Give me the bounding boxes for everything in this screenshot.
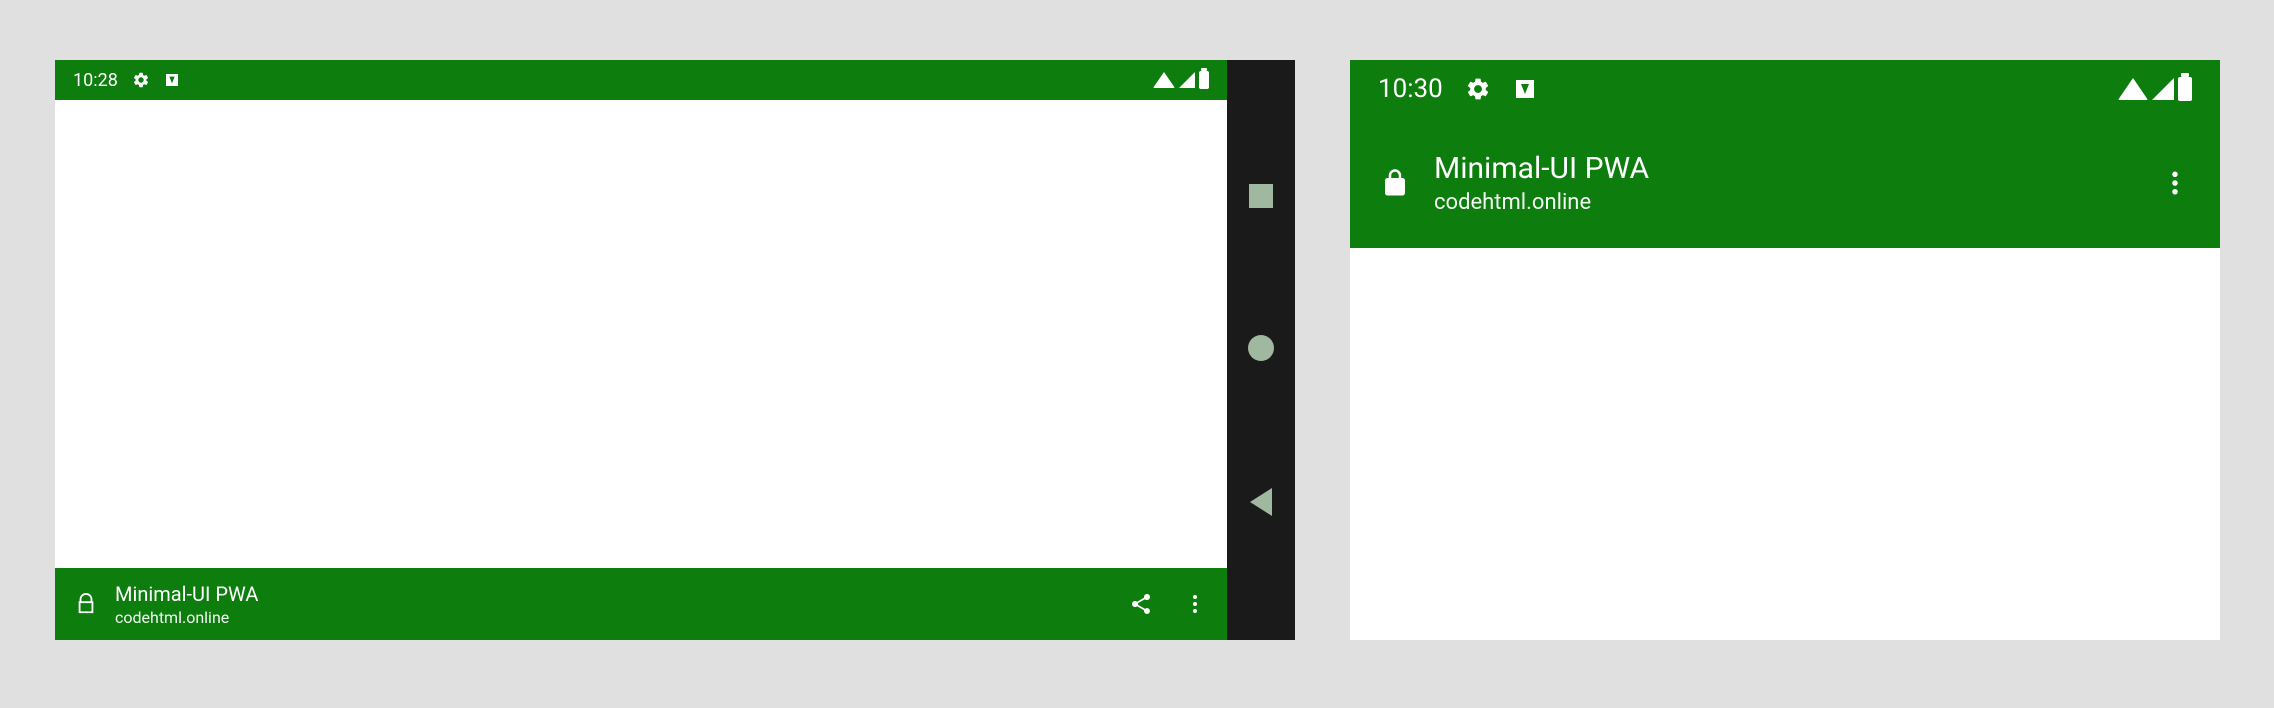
- title-group: Minimal-UI PWA codehtml.online: [115, 582, 258, 627]
- more-icon[interactable]: [2160, 168, 2190, 198]
- device-landscape: 10:28 Minimal-UI PWA: [55, 60, 1295, 640]
- status-right-group: [1153, 71, 1209, 89]
- title-group: Minimal-UI PWA codehtml.online: [1434, 151, 1649, 215]
- app-url: codehtml.online: [115, 608, 258, 627]
- more-icon[interactable]: [1183, 592, 1207, 616]
- signal-icon: [2152, 78, 2174, 100]
- address-bar: Minimal-UI PWA codehtml.online: [55, 568, 1227, 640]
- navigation-bar: [1227, 60, 1295, 640]
- app-url: codehtml.online: [1434, 190, 1649, 215]
- content-area: [1350, 248, 2220, 640]
- signal-icon: [1179, 72, 1195, 88]
- status-right-group: [2118, 77, 2192, 101]
- gear-icon: [1465, 76, 1491, 102]
- content-area: [55, 100, 1227, 568]
- battery-icon: [1199, 71, 1209, 89]
- battery-icon: [2178, 77, 2192, 101]
- address-bar: Minimal-UI PWA codehtml.online: [1350, 118, 2220, 248]
- app-badge-icon: [1513, 77, 1537, 101]
- device-landscape-main: 10:28 Minimal-UI PWA: [55, 60, 1227, 640]
- status-time: 10:30: [1378, 74, 1443, 104]
- address-info: Minimal-UI PWA codehtml.online: [1380, 151, 2160, 215]
- lock-icon: [1380, 168, 1410, 198]
- nav-home-button[interactable]: [1248, 335, 1274, 361]
- bottom-bar-actions: [1129, 592, 1207, 616]
- app-title: Minimal-UI PWA: [115, 582, 258, 606]
- nav-back-button[interactable]: [1250, 488, 1272, 516]
- status-left-group: 10:30: [1378, 74, 1537, 104]
- lock-icon: [75, 593, 97, 615]
- status-bar: 10:28: [55, 60, 1227, 100]
- gear-icon: [132, 71, 150, 89]
- wifi-icon: [2118, 78, 2148, 100]
- share-icon[interactable]: [1129, 592, 1153, 616]
- wifi-icon: [1153, 72, 1175, 88]
- app-title: Minimal-UI PWA: [1434, 151, 1649, 186]
- device-portrait: 10:30 Minimal-UI PWA codehtml.online: [1350, 60, 2220, 640]
- status-time: 10:28: [73, 70, 118, 91]
- nav-recents-button[interactable]: [1249, 184, 1273, 208]
- status-bar: 10:30: [1350, 60, 2220, 118]
- address-info: Minimal-UI PWA codehtml.online: [75, 582, 1129, 627]
- app-badge-icon: [164, 72, 180, 88]
- status-left-group: 10:28: [73, 70, 180, 91]
